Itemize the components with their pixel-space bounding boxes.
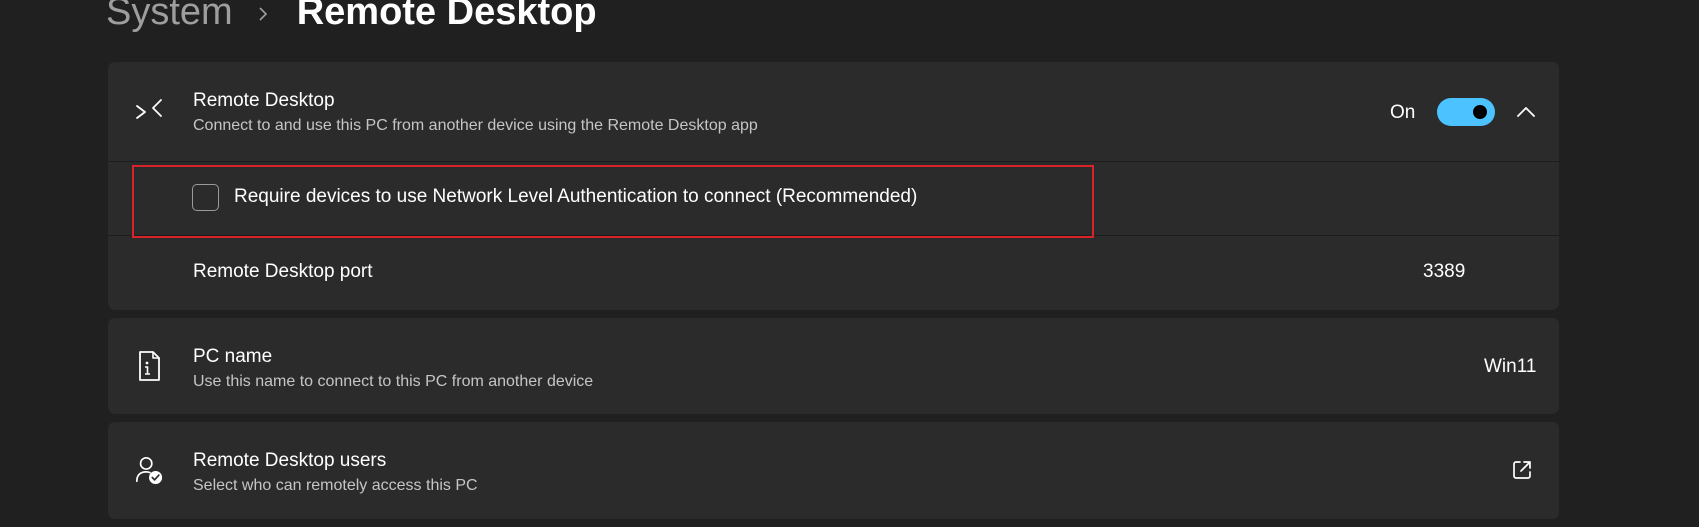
- toggle-knob: [1473, 105, 1487, 119]
- port-label: Remote Desktop port: [193, 261, 373, 282]
- remote-desktop-card: Remote Desktop Connect to and use this P…: [108, 62, 1559, 310]
- nla-checkbox-label[interactable]: Require devices to use Network Level Aut…: [234, 186, 917, 208]
- toggle-state-label: On: [1390, 102, 1416, 123]
- breadcrumb-system[interactable]: System: [106, 0, 233, 34]
- chevron-right-icon: [257, 7, 269, 21]
- remote-desktop-users-card[interactable]: Remote Desktop users Select who can remo…: [108, 422, 1559, 519]
- pc-name-subtitle: Use this name to connect to this PC from…: [193, 373, 594, 390]
- users-subtitle: Select who can remotely access this PC: [193, 477, 478, 494]
- remote-desktop-title: Remote Desktop: [193, 90, 335, 111]
- remote-desktop-subtitle: Connect to and use this PC from another …: [193, 117, 758, 134]
- users-title: Remote Desktop users: [193, 450, 387, 471]
- chevron-up-icon[interactable]: [1512, 98, 1540, 126]
- user-check-icon: [134, 455, 164, 485]
- remote-desktop-icon: [134, 97, 164, 127]
- open-external-icon[interactable]: [1510, 458, 1534, 482]
- port-row: Remote Desktop port 3389: [108, 236, 1559, 310]
- remote-desktop-toggle[interactable]: [1437, 98, 1495, 126]
- pc-name-title: PC name: [193, 346, 273, 367]
- pc-name-value: Win11: [1484, 356, 1537, 377]
- nla-row: Require devices to use Network Level Aut…: [108, 162, 1559, 235]
- nla-checkbox[interactable]: [192, 184, 219, 211]
- remote-desktop-header[interactable]: Remote Desktop Connect to and use this P…: [108, 62, 1559, 161]
- pc-name-card: PC name Use this name to connect to this…: [108, 318, 1559, 414]
- page-title: Remote Desktop: [296, 0, 597, 33]
- settings-page: { "breadcrumb": { "parent": "System", "c…: [0, 0, 1699, 527]
- port-value: 3389: [1423, 261, 1466, 282]
- breadcrumb: System Remote Desktop: [106, 0, 597, 38]
- pc-name-icon: [134, 351, 164, 381]
